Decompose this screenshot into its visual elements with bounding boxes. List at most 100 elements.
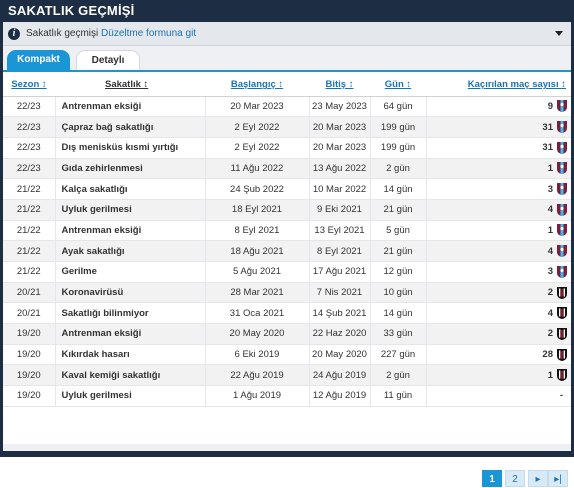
cell-injury: Çapraz bağ sakatlığı <box>54 116 205 138</box>
cell-days: 21 gün <box>369 240 426 262</box>
info-text: Sakatlık geçmişi Düzeltme formuna git <box>26 28 196 40</box>
widget-panel: i Sakatlık geçmişi Düzeltme formuna git … <box>3 22 571 487</box>
tab-detailed[interactable]: Detaylı <box>76 50 140 70</box>
cell-until: 20 Mar 2023 <box>308 137 370 159</box>
table-row: 20/21 Koronavirüsü 28 Mar 2021 7 Nis 2021 10… <box>3 282 571 304</box>
sort-season-header[interactable]: Sezon ↕ <box>3 74 55 97</box>
cell-injury: Gerilme <box>54 261 205 283</box>
cell-games-missed: 31 <box>425 137 571 159</box>
cell-season: 22/23 <box>3 137 55 159</box>
cell-days: 2 gün <box>369 158 426 180</box>
table-row: 22/23 Antrenman eksiği 20 Mar 2023 23 May 2… <box>3 96 571 118</box>
games-missed-count: 4 <box>547 245 553 257</box>
club-crest-icon[interactable] <box>557 369 567 382</box>
cell-until: 23 May 2023 <box>308 96 370 118</box>
cell-from: 20 Mar 2023 <box>204 96 309 118</box>
club-crest-icon[interactable] <box>557 286 567 299</box>
injury-history-widget: SAKATLIK GEÇMİŞİ i Sakatlık geçmişi Düze… <box>0 0 574 487</box>
cell-injury: Kıkırdak hasarı <box>54 344 205 366</box>
sort-until-header[interactable]: Bitiş ↕ <box>309 74 370 97</box>
cell-season: 21/22 <box>3 220 55 242</box>
cell-injury: Uyluk gerilmesi <box>54 385 205 407</box>
table-row: 22/23 Dış menisküs kısmi yırtığı 2 Eyl 202… <box>3 137 571 159</box>
cell-games-missed: 31 <box>425 116 571 138</box>
sort-games-missed-header[interactable]: Kaçırılan maç sayısı ↕ <box>426 74 571 97</box>
cell-from: 11 Ağu 2022 <box>204 158 309 180</box>
cell-days: 227 gün <box>369 344 426 366</box>
cell-until: 20 May 2020 <box>308 344 370 366</box>
cell-injury: Gıda zehirlenmesi <box>54 158 205 180</box>
cell-season: 19/20 <box>3 364 55 387</box>
sort-injury-header[interactable]: Sakatlık ↕ <box>55 74 205 97</box>
cell-from: 31 Oca 2021 <box>204 302 309 325</box>
cell-games-missed: 2 <box>425 282 571 304</box>
info-icon: i <box>8 28 20 40</box>
page-2-button[interactable]: 2 <box>505 470 525 487</box>
club-crest-icon[interactable] <box>557 348 567 361</box>
cell-injury: Dış menisküs kısmi yırtığı <box>54 137 205 159</box>
club-crest-icon[interactable] <box>557 141 567 154</box>
cell-games-missed: 4 <box>425 302 571 325</box>
cell-season: 20/21 <box>3 282 55 304</box>
correction-form-link[interactable]: Düzeltme formuna git <box>101 28 196 39</box>
games-missed-count: 1 <box>547 224 553 236</box>
club-crest-icon[interactable] <box>557 162 567 175</box>
cell-injury: Uyluk gerilmesi <box>54 199 205 221</box>
games-missed-count: 3 <box>547 183 553 195</box>
games-missed-count: 2 <box>547 287 553 299</box>
page-1-button[interactable]: 1 <box>482 470 502 487</box>
table-row: 21/22 Uyluk gerilmesi 18 Eyl 2021 9 Eki 202… <box>3 199 571 221</box>
injury-table-card: Sezon ↕ Sakatlık ↕ Başlangıç ↕ Bitiş ↕ G… <box>3 70 571 487</box>
cell-games-missed: - <box>425 385 571 407</box>
last-page-button[interactable]: ▸| <box>548 470 568 487</box>
cell-games-missed: 28 <box>425 344 571 366</box>
cell-from: 2 Eyl 2022 <box>204 137 309 159</box>
cell-days: 14 gün <box>369 178 426 200</box>
club-crest-icon[interactable] <box>557 203 567 216</box>
games-missed-count: 3 <box>547 266 553 278</box>
club-crest-icon[interactable] <box>557 183 567 196</box>
cell-until: 17 Ağu 2021 <box>308 261 370 283</box>
cell-season: 21/22 <box>3 261 55 283</box>
cell-days: 12 gün <box>369 261 426 283</box>
club-crest-icon[interactable] <box>557 307 567 320</box>
club-crest-icon[interactable] <box>557 224 567 237</box>
club-crest-icon[interactable] <box>557 327 567 340</box>
games-missed-count: 4 <box>547 307 553 319</box>
cell-from: 1 Ağu 2019 <box>204 385 309 407</box>
info-prefix: Sakatlık geçmişi <box>26 28 102 39</box>
cell-injury: Ayak sakatlığı <box>54 240 205 262</box>
club-crest-icon[interactable] <box>557 121 567 134</box>
cell-until: 7 Nis 2021 <box>308 282 370 304</box>
cell-season: 22/23 <box>3 116 55 138</box>
table-row: 22/23 Gıda zehirlenmesi 11 Ağu 2022 13 Ağu … <box>3 158 571 180</box>
cell-injury: Antrenman eksiği <box>54 220 205 242</box>
table-row: 19/20 Kaval kemiği sakatlığı 22 Ağu 2019 24… <box>3 364 571 387</box>
club-crest-icon[interactable] <box>557 245 567 258</box>
cell-until: 14 Şub 2021 <box>308 302 370 325</box>
next-page-button[interactable]: ▸ <box>528 470 548 487</box>
club-crest-icon[interactable] <box>557 100 567 113</box>
cell-games-missed: 1 <box>425 364 571 387</box>
cell-from: 20 May 2020 <box>204 323 309 345</box>
cell-games-missed: 9 <box>425 96 571 118</box>
club-crest-icon[interactable] <box>557 265 567 278</box>
cell-days: 11 gün <box>369 385 426 407</box>
cell-days: 10 gün <box>369 282 426 304</box>
chevron-down-icon[interactable] <box>555 31 563 36</box>
cell-season: 21/22 <box>3 178 55 200</box>
cell-from: 6 Eki 2019 <box>204 344 309 366</box>
cell-days: 64 gün <box>369 96 426 118</box>
cell-games-missed: 2 <box>425 323 571 345</box>
cell-injury: Koronavirüsü <box>54 282 205 304</box>
tab-compact[interactable]: Kompakt <box>7 50 70 70</box>
cell-until: 9 Eki 2021 <box>308 199 370 221</box>
table-row: 20/21 Sakatlığı bilinmiyor 31 Oca 2021 14 Ş… <box>3 302 571 325</box>
sort-from-header[interactable]: Başlangıç ↕ <box>205 74 309 97</box>
info-bar[interactable]: i Sakatlık geçmişi Düzeltme formuna git <box>3 22 571 46</box>
cell-season: 20/21 <box>3 302 55 325</box>
sort-days-header[interactable]: Gün ↕ <box>370 74 426 97</box>
cell-days: 5 gün <box>369 220 426 242</box>
cell-season: 21/22 <box>3 199 55 221</box>
cell-injury: Antrenman eksiği <box>54 96 205 118</box>
